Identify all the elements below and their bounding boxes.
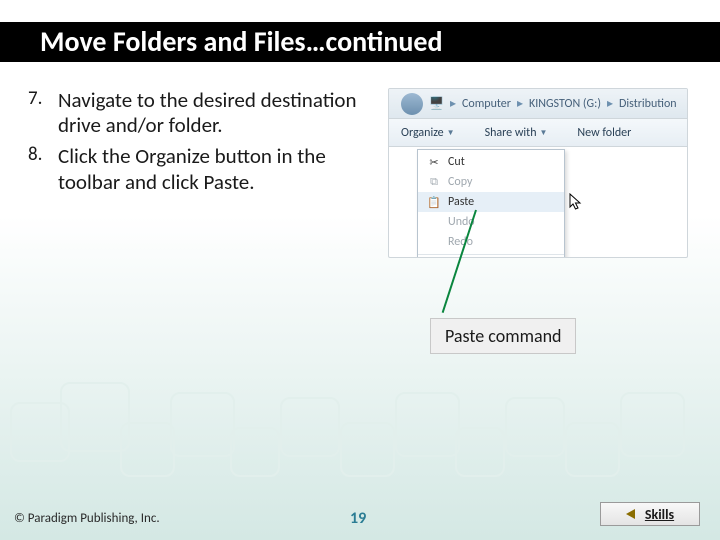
background-decoration (0, 372, 720, 492)
deco-square (505, 397, 565, 457)
menu-undo: Undo (418, 212, 564, 232)
menu-select-all: Select all (418, 257, 564, 258)
deco-square (170, 392, 235, 457)
slide: Move Folders and Files…continued 7. Navi… (0, 0, 720, 540)
paste-icon: 📋 (426, 196, 442, 209)
deco-square (60, 382, 130, 452)
deco-square (120, 422, 175, 477)
share-button: Share with ▼ (485, 126, 548, 140)
skills-button[interactable]: Skills (600, 502, 700, 526)
menu-cut: ✂ Cut (418, 152, 564, 172)
folder-icon: 🖥️ (429, 96, 444, 111)
step-text: Click the Organize button in the toolbar… (58, 144, 368, 194)
organize-button: Organize ▼ (401, 126, 455, 140)
cursor-icon (569, 193, 583, 211)
new-folder-button: New folder (577, 126, 631, 140)
deco-square (455, 427, 505, 477)
deco-square (10, 402, 70, 462)
copy-icon: ⧉ (426, 175, 442, 189)
deco-square (280, 397, 340, 457)
address-bar: 🖥️ ▸ Computer ▸ KINGSTON (G:) ▸ Distribu… (389, 89, 687, 119)
title-bar: Move Folders and Files…continued (0, 22, 720, 62)
step-number: 7. (28, 88, 58, 138)
chevron-icon: ▸ (607, 96, 613, 111)
deco-square (340, 422, 395, 477)
menu-copy-label: Copy (448, 175, 472, 189)
new-folder-label: New folder (577, 126, 631, 140)
menu-separator (418, 254, 564, 255)
menu-copy: ⧉ Copy (418, 172, 564, 192)
deco-square (395, 392, 460, 457)
explorer-screenshot: 🖥️ ▸ Computer ▸ KINGSTON (G:) ▸ Distribu… (388, 88, 688, 258)
list-item: 8. Click the Organize button in the tool… (28, 144, 368, 194)
chevron-down-icon: ▼ (540, 128, 548, 138)
deco-square (230, 427, 280, 477)
chevron-icon: ▸ (517, 96, 523, 111)
step-text: Navigate to the desired destination driv… (58, 88, 368, 138)
deco-square (620, 392, 685, 457)
chevron-icon: ▸ (450, 96, 456, 111)
chevron-down-icon: ▼ (447, 128, 455, 138)
deco-square (565, 422, 620, 477)
menu-cut-label: Cut (448, 155, 465, 169)
menu-paste-label: Paste (448, 195, 474, 209)
breadcrumb-root: Computer (462, 97, 511, 111)
explorer-toolbar: Organize ▼ Share with ▼ New folder (389, 119, 687, 147)
step-list: 7. Navigate to the desired destination d… (28, 88, 368, 201)
list-item: 7. Navigate to the desired destination d… (28, 88, 368, 138)
breadcrumb-drive: KINGSTON (G:) (529, 97, 601, 111)
breadcrumb-folder: Distribution (619, 97, 677, 111)
menu-paste: 📋 Paste (418, 192, 564, 212)
step-number: 8. (28, 144, 58, 194)
organize-dropdown: ✂ Cut ⧉ Copy 📋 Paste Undo Redo (417, 149, 565, 258)
copyright-text: © Paradigm Publishing, Inc. (14, 511, 160, 526)
back-button-icon (401, 93, 423, 115)
arrow-left-icon (626, 509, 635, 519)
menu-redo-label: Redo (448, 235, 473, 249)
menu-redo: Redo (418, 232, 564, 252)
page-number: 19 (350, 509, 366, 528)
cut-icon: ✂ (426, 156, 442, 169)
slide-title: Move Folders and Files…continued (0, 22, 720, 62)
organize-label: Organize (401, 126, 444, 140)
callout-label: Paste command (430, 318, 576, 354)
skills-label: Skills (645, 506, 674, 523)
share-label: Share with (485, 126, 537, 140)
